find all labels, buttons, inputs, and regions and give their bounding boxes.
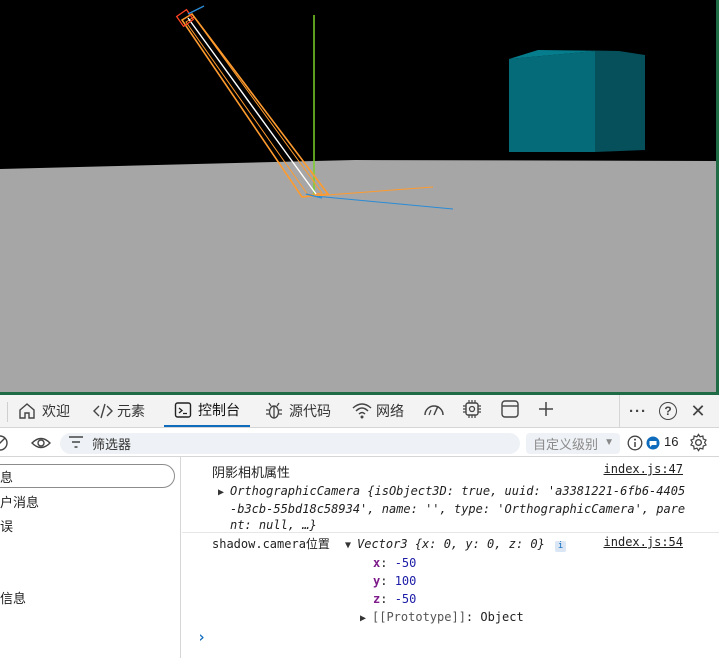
log-label: shadow.camera位置	[212, 537, 330, 551]
log-label: 阴影相机属性	[212, 465, 291, 480]
wifi-icon	[352, 402, 372, 420]
console-sidebar: 息 户消息 误 信息	[0, 457, 181, 658]
object-preview[interactable]: ▼ Vector3 {x: 0, y: 0, z: 0} i	[345, 536, 567, 554]
chevron-down-icon: ▼	[604, 437, 614, 448]
object-body-1: {isObject3D: true, uuid: 'a3381221-6fb6-…	[367, 484, 686, 498]
tab-application[interactable]	[499, 399, 521, 424]
log-levels-label: 自定义级别	[533, 437, 599, 452]
tab-welcome[interactable]: 欢迎	[18, 395, 70, 427]
tab-separator	[7, 402, 8, 422]
source-link[interactable]: index.js:47	[604, 462, 683, 476]
sidebar-item-info[interactable]: 信息	[0, 585, 26, 609]
prototype-key: [[Prototype]]	[372, 610, 466, 624]
prop-row: z: -50	[373, 592, 417, 606]
console-filterbar: 筛选器 自定义级别 ▼ 16	[0, 429, 719, 457]
object-preview[interactable]: ▶ OrthographicCamera {isObject3D: true, u…	[218, 483, 698, 533]
prompt-chevron-icon: ›	[197, 628, 207, 646]
filter-icon	[68, 435, 84, 452]
expand-triangle-icon[interactable]: ▶	[218, 485, 230, 501]
close-devtools-button[interactable]: ✕	[687, 400, 709, 422]
more-tools-button[interactable]: ···	[627, 400, 649, 422]
gear-icon	[689, 433, 708, 455]
tab-label: 控制台	[198, 402, 240, 418]
webgl-viewport[interactable]	[0, 0, 719, 395]
filter-input[interactable]: 筛选器	[60, 433, 520, 454]
add-tab-button[interactable]	[535, 400, 557, 422]
tab-label: 源代码	[289, 403, 331, 419]
prototype-row[interactable]: ▶ [[Prototype]]: Object	[360, 608, 524, 628]
ground-plane	[0, 160, 719, 395]
info-icon[interactable]	[627, 435, 643, 451]
live-expression-button[interactable]	[31, 434, 51, 452]
sidebar-selected-outline	[0, 464, 175, 488]
collapse-triangle-icon[interactable]: ▼	[345, 538, 357, 554]
console-prompt[interactable]: ›	[197, 628, 206, 646]
plus-icon	[537, 400, 555, 423]
help-icon: ?	[659, 402, 677, 420]
prop-row: x: -50	[373, 556, 417, 570]
info-badge[interactable]: i	[555, 541, 567, 552]
application-icon	[500, 399, 520, 424]
help-button[interactable]: ?	[657, 400, 679, 422]
toolbar-divider	[619, 395, 620, 427]
issues-icon[interactable]	[646, 436, 660, 450]
prop-value: 100	[394, 574, 417, 588]
prop-row: y: 100	[373, 574, 417, 588]
clear-console-button[interactable]	[0, 434, 10, 452]
log-levels-dropdown[interactable]: 自定义级别 ▼	[526, 433, 620, 454]
object-class: OrthographicCamera	[230, 484, 361, 498]
sidebar-item-user-messages[interactable]: 户消息	[0, 489, 39, 513]
expand-triangle-icon[interactable]: ▶	[360, 610, 372, 628]
object-body-3: nt: null, …}	[230, 518, 317, 532]
more-icon: ···	[629, 402, 647, 420]
prop-value: -50	[394, 592, 417, 606]
vector-props: x: -50 y: 100 z: -50 ▶ [[Prototype]]: Obj…	[360, 554, 524, 628]
message-divider	[182, 532, 719, 533]
sidebar-item-label: 误	[0, 518, 14, 534]
sidebar-item-errors[interactable]: 误	[0, 513, 13, 537]
sidebar-item-messages[interactable]: 息	[0, 464, 13, 488]
bug-icon	[265, 402, 283, 420]
console-output: 阴影相机属性 index.js:47 ▶ OrthographicCamera {…	[182, 457, 719, 658]
sidebar-item-label: 户消息	[0, 494, 40, 510]
close-icon: ✕	[690, 400, 706, 421]
tab-memory[interactable]	[461, 399, 483, 424]
tab-console[interactable]: 控制台	[164, 395, 250, 427]
chip-icon	[462, 399, 482, 424]
devtools-tabbar: 欢迎 元素 控制台 源代码 网络 ··· ? ✕	[0, 395, 719, 428]
sidebar-item-label: 信息	[0, 590, 27, 606]
prototype-value: Object	[480, 610, 524, 624]
sidebar-item-label: 息	[0, 469, 14, 485]
source-link[interactable]: index.js:54	[604, 535, 683, 549]
filter-placeholder: 筛选器	[92, 437, 132, 452]
object-body-2: -b3cb-55bd18c58934', name: '', type: 'Or…	[230, 502, 686, 516]
console-settings-button[interactable]	[689, 433, 708, 452]
issues-count[interactable]: 16	[664, 434, 678, 449]
tab-sources[interactable]: 源代码	[265, 395, 331, 427]
tab-performance[interactable]	[423, 400, 445, 422]
tab-label: 元素	[117, 403, 145, 419]
object-class: Vector3	[357, 537, 408, 551]
tab-label: 网络	[376, 403, 404, 419]
tab-elements[interactable]: 元素	[93, 395, 145, 427]
cube	[509, 50, 645, 152]
console-icon	[174, 401, 192, 419]
eye-icon	[31, 437, 51, 455]
code-icon	[93, 402, 113, 420]
prop-value: -50	[394, 556, 417, 570]
home-icon	[18, 402, 36, 420]
object-summary: {x: 0, y: 0, z: 0}	[414, 537, 545, 551]
tab-network[interactable]: 网络	[352, 395, 404, 427]
performance-icon	[423, 401, 445, 422]
tab-label: 欢迎	[42, 403, 70, 419]
